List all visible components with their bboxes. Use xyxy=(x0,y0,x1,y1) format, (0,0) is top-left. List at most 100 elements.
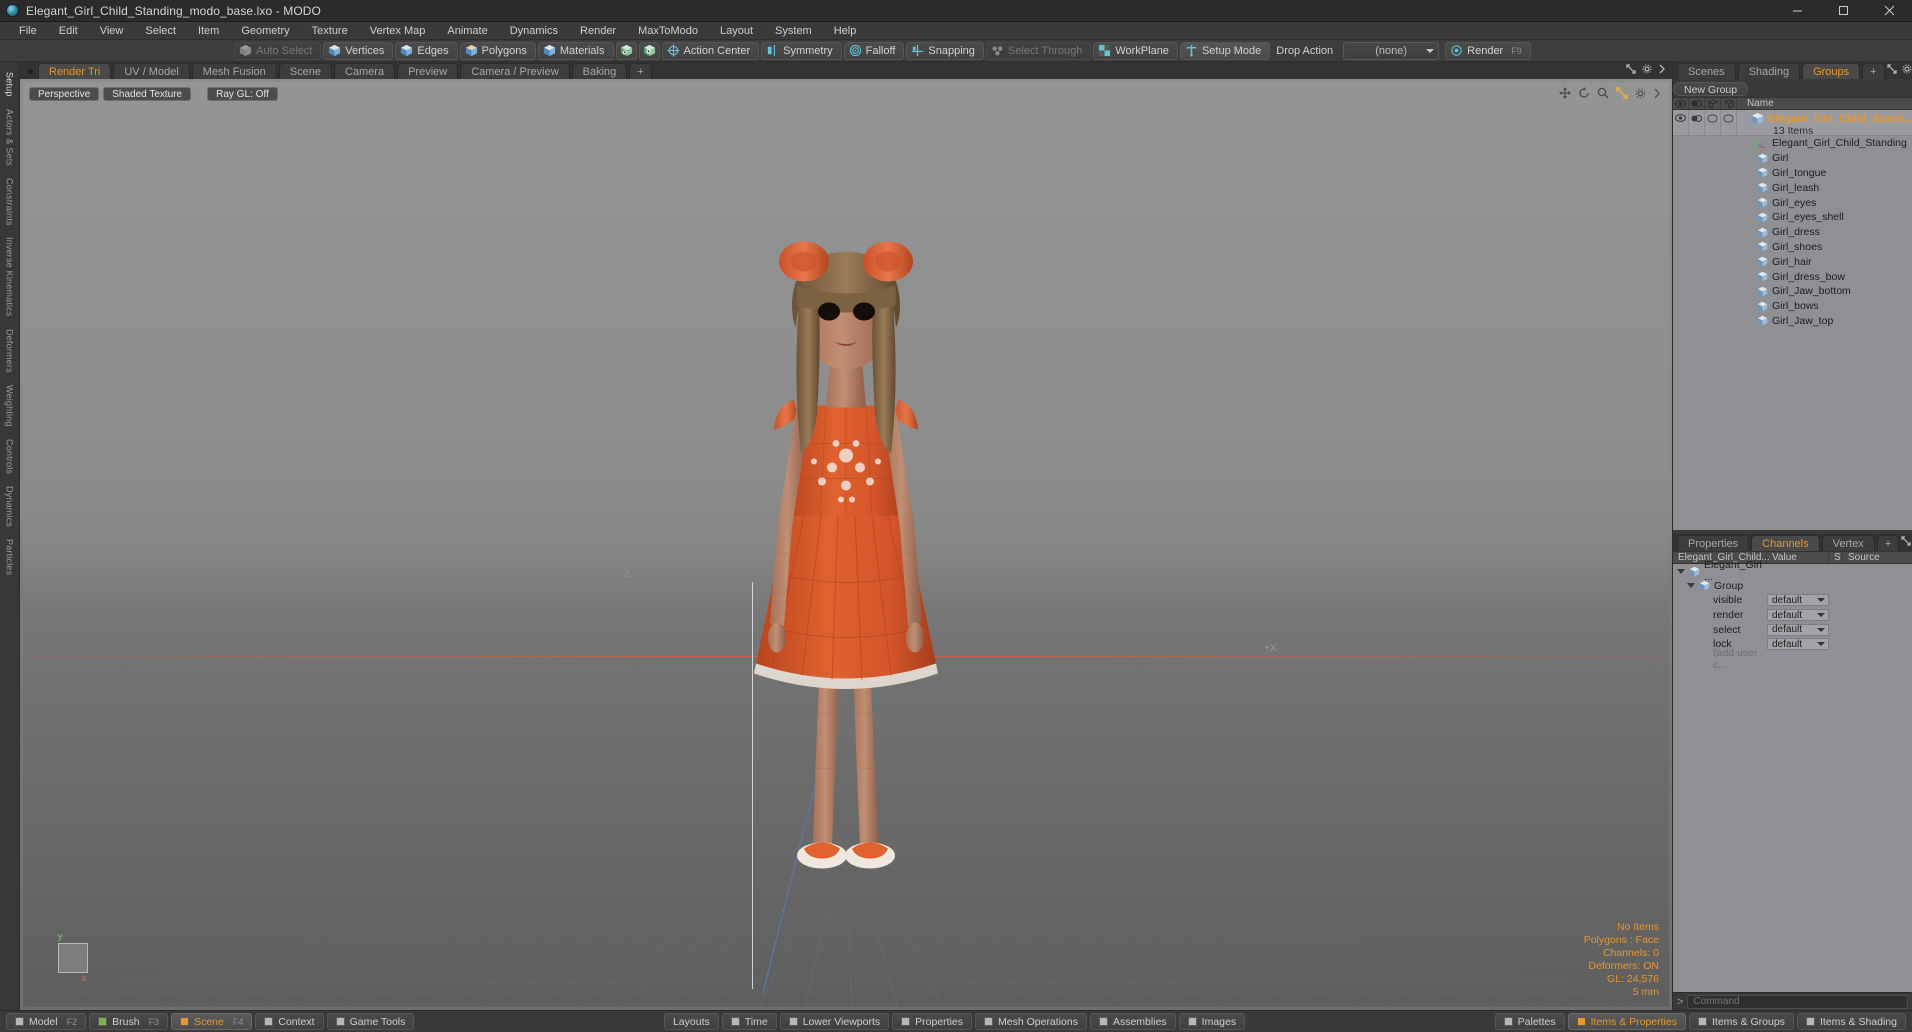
group-visibility-toggle[interactable] xyxy=(1673,110,1689,135)
drop-action-select[interactable]: (none) xyxy=(1343,41,1440,60)
rail-item-deformers[interactable]: Deformers xyxy=(5,326,15,376)
action-center-button[interactable]: Action Center xyxy=(661,41,760,60)
character-model[interactable] xyxy=(636,193,1056,896)
gear-icon[interactable] xyxy=(1642,64,1652,77)
list-item[interactable]: Girl_eyes_shell xyxy=(1673,210,1912,225)
disclosure-triangle-icon[interactable] xyxy=(1677,568,1685,574)
list-item[interactable]: Girl_Jaw_bottom xyxy=(1673,284,1912,299)
group-lock-toggle[interactable] xyxy=(1721,110,1737,135)
bottom-button-assemblies[interactable]: Assemblies xyxy=(1089,1013,1176,1030)
rail-item-actors-sets[interactable]: Actors & Sets xyxy=(5,106,15,169)
polygons-button[interactable]: Polygons xyxy=(459,41,536,60)
bottom-button-palettes[interactable]: Palettes xyxy=(1494,1013,1565,1030)
edges-button[interactable]: Edges xyxy=(395,41,458,60)
setup-mode-button[interactable]: Setup Mode xyxy=(1179,41,1271,60)
bottom-button-context[interactable]: Context xyxy=(255,1013,324,1030)
list-item[interactable]: Girl_dress_bow xyxy=(1673,269,1912,284)
tab-properties[interactable]: Properties xyxy=(1677,535,1750,551)
tab-scenes[interactable]: Scenes xyxy=(1677,63,1736,79)
expand-icon[interactable] xyxy=(1626,64,1636,77)
item-list[interactable]: Elegant_Girl_Child_Stand... 13 Items Ele… xyxy=(1673,110,1912,530)
bottom-button-images[interactable]: Images xyxy=(1178,1013,1246,1030)
workplane-button[interactable]: WorkPlane xyxy=(1093,41,1178,60)
group-row[interactable]: Elegant_Girl_Child_Stand... 13 Items xyxy=(1673,110,1912,137)
channel-row[interactable]: render default xyxy=(1673,608,1912,623)
channel-value-dropdown[interactable]: default xyxy=(1767,594,1829,607)
bottom-button-model[interactable]: Model F2 xyxy=(6,1013,87,1030)
list-item[interactable]: Girl_eyes xyxy=(1673,195,1912,210)
channels-body[interactable]: Elegant_Girl ... Group visible default r… xyxy=(1673,559,1912,992)
menu-dynamics[interactable]: Dynamics xyxy=(499,22,569,40)
group-render-toggle[interactable] xyxy=(1689,110,1705,135)
render-button[interactable]: Render F9 xyxy=(1445,41,1531,60)
tab-groups[interactable]: Groups xyxy=(1802,63,1861,79)
gear-icon[interactable] xyxy=(1902,64,1912,77)
rail-item-controls[interactable]: Controls xyxy=(5,436,15,477)
bottom-button-items-groups[interactable]: Items & Groups xyxy=(1688,1013,1794,1030)
panel-add-tab-button[interactable]: + xyxy=(1862,63,1885,79)
rail-item-dynamics[interactable]: Dynamics xyxy=(5,483,15,530)
menu-edit[interactable]: Edit xyxy=(48,22,89,40)
tab-channels[interactable]: Channels xyxy=(1751,535,1820,551)
viewport-raygl-button[interactable]: Ray GL: Off xyxy=(207,87,278,101)
rail-item-weighting[interactable]: Weighting xyxy=(5,382,15,430)
select-icon[interactable] xyxy=(1705,98,1721,109)
list-item[interactable]: Girl_tongue xyxy=(1673,166,1912,181)
visibility-icon[interactable] xyxy=(1673,98,1689,109)
rail-item-inverse-kinematics[interactable]: Inverse Kinematics xyxy=(5,234,15,320)
list-item[interactable]: Girl_shoes xyxy=(1673,240,1912,255)
menu-help[interactable]: Help xyxy=(823,22,868,40)
bottom-button-mesh-operations[interactable]: Mesh Operations xyxy=(975,1013,1087,1030)
chevron-right-icon[interactable] xyxy=(1653,88,1661,99)
viewport-3d[interactable]: Z +X Perspective Shaded Texture Ray GL: … xyxy=(20,79,1672,1010)
chevron-right-icon[interactable] xyxy=(1658,64,1666,77)
bottom-button-lower-viewports[interactable]: Lower Viewports xyxy=(779,1013,890,1030)
group-select-toggle[interactable] xyxy=(1705,110,1721,135)
tab-add-button[interactable]: + xyxy=(629,63,652,79)
menu-select[interactable]: Select xyxy=(134,22,187,40)
viewport-shading-button[interactable]: Shaded Texture xyxy=(103,87,192,101)
list-item[interactable]: Girl_bows xyxy=(1673,299,1912,314)
tab-render-tri[interactable]: Render Tri xyxy=(38,63,112,79)
select-through-button[interactable]: Select Through xyxy=(985,41,1092,60)
bottom-button-scene[interactable]: Scene F4 xyxy=(171,1013,253,1030)
channel-group-row[interactable]: Group xyxy=(1673,579,1912,594)
menu-system[interactable]: System xyxy=(764,22,823,40)
tab-uv-model[interactable]: UV / Model xyxy=(113,63,190,79)
rail-item-particles[interactable]: Particles xyxy=(5,536,15,578)
axis-gizmo[interactable]: y x xyxy=(49,929,95,983)
bottom-button-time[interactable]: Time xyxy=(721,1013,777,1030)
list-item[interactable]: Girl xyxy=(1673,151,1912,166)
menu-texture[interactable]: Texture xyxy=(301,22,359,40)
menu-render[interactable]: Render xyxy=(569,22,627,40)
move-icon[interactable] xyxy=(1559,87,1571,99)
close-button[interactable] xyxy=(1866,0,1912,21)
render-icon[interactable] xyxy=(1689,98,1705,109)
zoom-icon[interactable] xyxy=(1597,87,1609,99)
expand-icon[interactable] xyxy=(1886,64,1897,77)
tab-menu-dot-icon[interactable] xyxy=(28,69,33,74)
channel-value-dropdown[interactable]: default xyxy=(1767,638,1829,651)
bottom-button-properties[interactable]: Properties xyxy=(892,1013,972,1030)
rail-item-constraints[interactable]: Constraints xyxy=(5,175,15,229)
bottom-button-items-shading[interactable]: Items & Shading xyxy=(1796,1013,1906,1030)
menu-file[interactable]: File xyxy=(8,22,48,40)
menu-maxtomodo[interactable]: MaxToModo xyxy=(627,22,709,40)
menu-animate[interactable]: Animate xyxy=(436,22,498,40)
lock-icon[interactable] xyxy=(1721,98,1737,109)
menu-layout[interactable]: Layout xyxy=(709,22,764,40)
bottom-button-layouts[interactable]: Layouts xyxy=(663,1013,719,1030)
channel-value-dropdown[interactable]: default xyxy=(1767,609,1829,622)
channel-value-dropdown[interactable]: default xyxy=(1767,623,1829,636)
rotate-icon[interactable] xyxy=(1578,87,1590,99)
bottom-button-game-tools[interactable]: Game Tools xyxy=(326,1013,415,1030)
maximize-button[interactable] xyxy=(1820,0,1866,21)
new-group-button[interactable]: New Group xyxy=(1673,82,1749,96)
snapping-button[interactable]: Snapping xyxy=(906,41,984,60)
item-mode-icon-button[interactable] xyxy=(615,41,637,60)
expand-icon[interactable] xyxy=(1901,536,1911,549)
list-item[interactable]: Girl_Jaw_top xyxy=(1673,314,1912,329)
disclosure-triangle-icon[interactable] xyxy=(1687,583,1695,589)
channel-row[interactable]: select default xyxy=(1673,622,1912,637)
fit-icon[interactable] xyxy=(1616,87,1628,99)
